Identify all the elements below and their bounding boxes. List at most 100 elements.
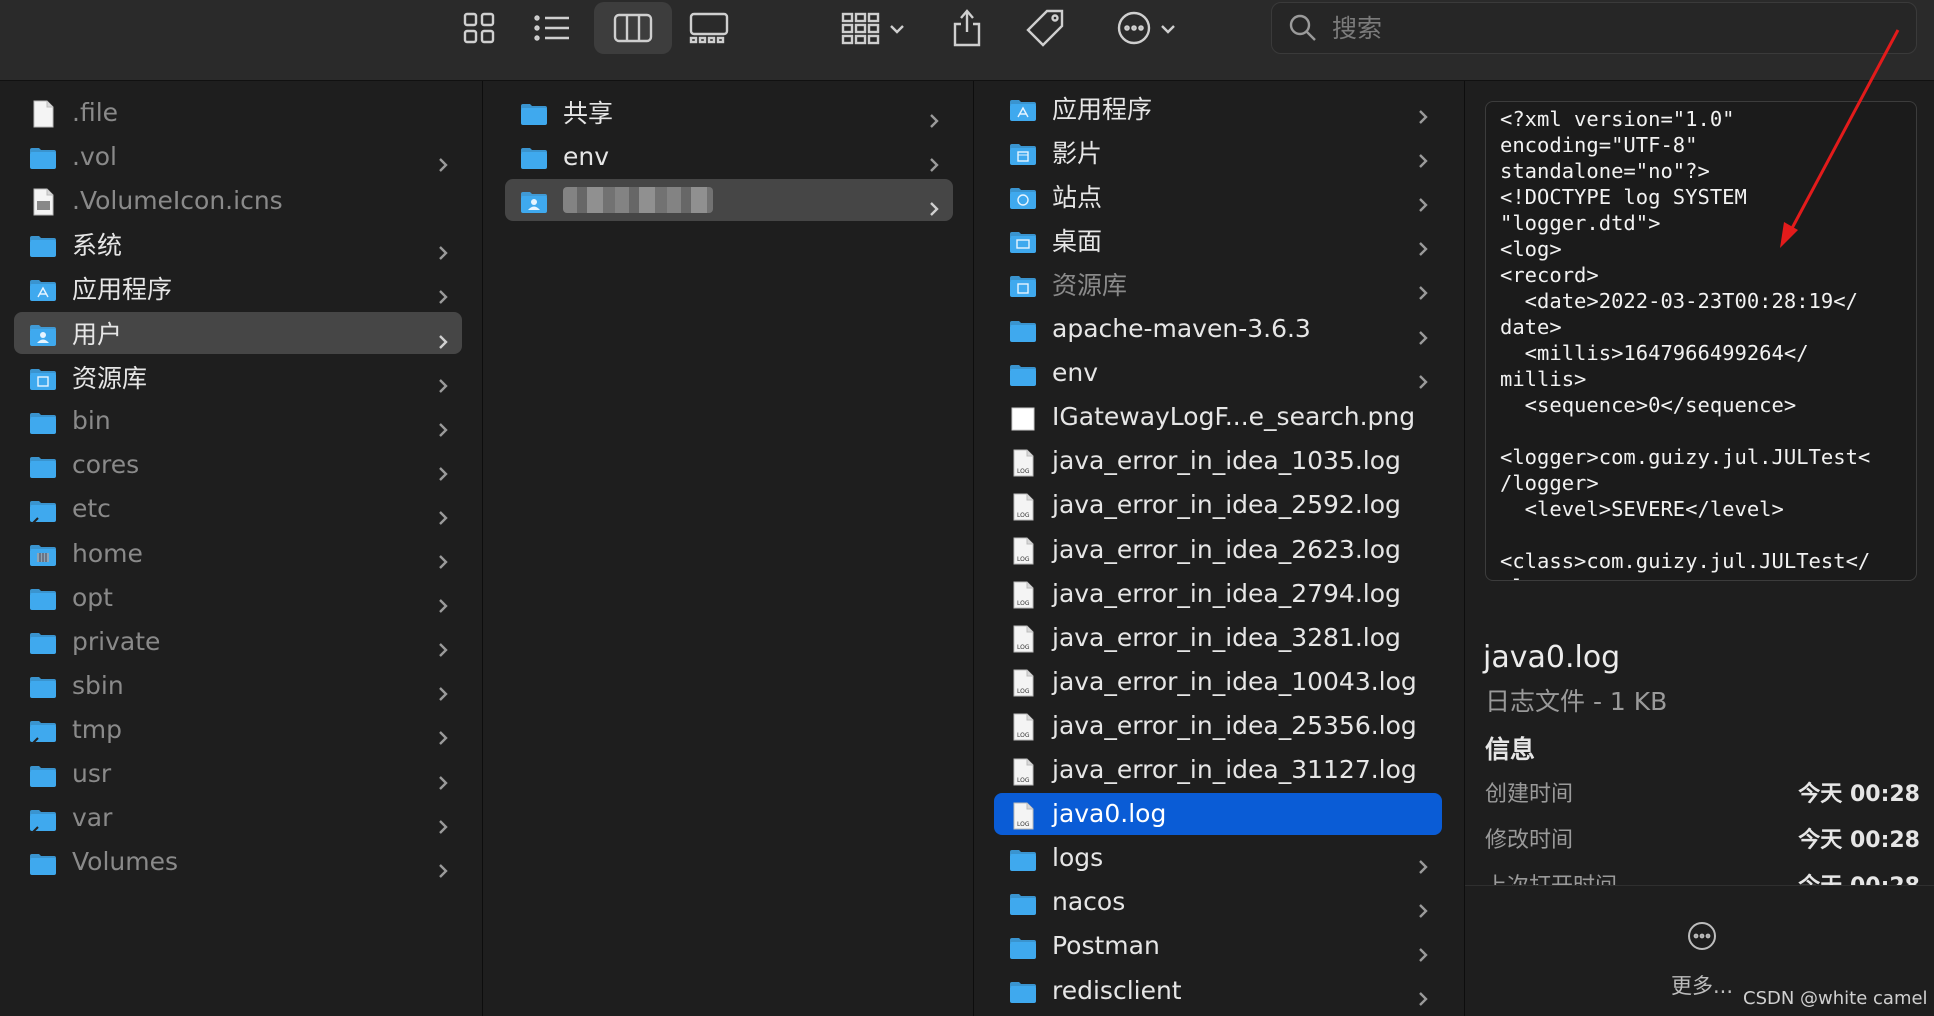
folder-icon [28, 408, 58, 434]
file-item[interactable]: LOG java_error_in_idea_31127.log [994, 749, 1442, 791]
file-item[interactable]: LOG java_error_in_idea_2794.log [994, 572, 1442, 614]
list-view-button[interactable] [525, 2, 579, 54]
chevron-down-icon [889, 19, 905, 38]
chevron-right-icon [438, 546, 448, 569]
log-file-icon: LOG [1008, 624, 1038, 653]
item-label: 站点 [1052, 183, 1103, 213]
folder-icon [519, 143, 549, 170]
item-label: Volumes [72, 847, 179, 877]
folder-item[interactable]: sbin [14, 664, 462, 706]
file-item[interactable]: LOG java_error_in_idea_10043.log [994, 660, 1442, 702]
info-row: 修改时间 今天 00:28 [1485, 822, 1920, 856]
file-item[interactable]: LOG java0.log [994, 792, 1442, 835]
folder-item[interactable]: 共享 [505, 91, 953, 133]
chevron-right-icon [1418, 895, 1428, 918]
column-view-button[interactable] [594, 2, 672, 54]
item-label: etc [72, 494, 111, 524]
share-button[interactable] [940, 2, 994, 54]
folder-item[interactable]: 资源库 [14, 356, 462, 398]
item-label: tmp [72, 714, 123, 744]
folder-icon [28, 761, 58, 787]
folder-item[interactable] [505, 179, 953, 222]
folder-item[interactable]: env [505, 135, 953, 177]
folder-item[interactable]: logs [994, 837, 1442, 879]
file-content-preview[interactable]: <?xml version="1.0" encoding="UTF-8" sta… [1485, 101, 1917, 581]
gallery-icon [689, 12, 729, 44]
file-item[interactable]: .VolumeIcon.icns [14, 179, 462, 221]
folder-item[interactable]: redisclient [994, 969, 1442, 1011]
folder-item[interactable]: 应用程序 [14, 267, 462, 309]
tag-button[interactable] [1018, 2, 1072, 54]
item-label: java_error_in_idea_3281.log [1052, 622, 1401, 652]
info-row: 上次打开时间 今天 00:28 [1485, 868, 1920, 886]
movies-folder-icon [1008, 139, 1038, 166]
file-item[interactable]: LOG java_error_in_idea_2623.log [994, 528, 1442, 570]
item-label: .vol [72, 141, 117, 171]
folder-item[interactable]: 桌面 [994, 219, 1442, 261]
svg-text:LOG: LOG [1017, 600, 1030, 607]
folder-item[interactable]: 应用程序 [994, 87, 1442, 129]
folder-item[interactable]: tmp [14, 708, 462, 750]
chevron-right-icon [438, 414, 448, 437]
folder-item[interactable]: usr [14, 753, 462, 795]
item-label: .file [72, 97, 119, 127]
more-label[interactable]: 更多... [1671, 970, 1733, 1000]
folder-item[interactable]: .vol [14, 135, 462, 177]
folder-item[interactable]: apache-maven-3.6.3 [994, 308, 1442, 350]
network-folder-icon [28, 540, 58, 566]
chevron-right-icon [1418, 145, 1428, 168]
group-button[interactable] [834, 2, 912, 54]
file-item[interactable]: IGatewayLogF...e_search.png [994, 396, 1442, 438]
folder-icon [28, 672, 58, 699]
icon-view-button[interactable] [452, 2, 506, 54]
search-input[interactable] [1330, 12, 1894, 44]
folder-item[interactable]: home [14, 532, 462, 574]
chevron-right-icon [1418, 101, 1428, 124]
gallery-view-button[interactable] [682, 2, 736, 54]
folder-item[interactable]: 系统 [14, 223, 462, 265]
item-label: java_error_in_idea_25356.log [1052, 710, 1417, 740]
folder-item[interactable]: var [14, 797, 462, 839]
folder-item[interactable]: opt [14, 576, 462, 618]
grid-icon [463, 12, 495, 44]
file-item[interactable]: LOG java_error_in_idea_3281.log [994, 616, 1442, 658]
folder-item[interactable]: 用户 [14, 311, 462, 354]
folder-item[interactable]: bin [14, 400, 462, 442]
svg-text:LOG: LOG [1017, 512, 1030, 519]
file-item[interactable]: LOG java_error_in_idea_1035.log [994, 440, 1442, 482]
folder-item[interactable]: 影片 [994, 131, 1442, 173]
folder-item[interactable]: env [994, 352, 1442, 394]
alias-folder-icon [28, 805, 58, 834]
folder-item[interactable]: Postman [994, 925, 1442, 967]
log-file-icon: LOG [1008, 757, 1038, 785]
chevron-right-icon [438, 326, 448, 349]
folder-item[interactable]: etc [14, 488, 462, 530]
chevron-right-icon [1418, 189, 1428, 213]
folder-item[interactable]: nacos [994, 881, 1442, 923]
file-item[interactable]: LOG java_error_in_idea_25356.log [994, 704, 1442, 746]
column-home: 应用程序 影片 站点 桌面 资源库 apache-maven-3.6.3 env… [974, 81, 1465, 1016]
file-item[interactable]: LOG java_error_in_idea_2592.log [994, 484, 1442, 526]
search-field[interactable] [1271, 2, 1917, 54]
info-value: 今天 00:28 [1798, 828, 1920, 853]
action-button[interactable] [1106, 2, 1186, 54]
folder-item[interactable]: private [14, 620, 462, 662]
chevron-right-icon [1418, 322, 1428, 345]
sites-folder-icon [1008, 183, 1038, 210]
more-button[interactable] [1686, 920, 1718, 952]
share-icon [953, 9, 981, 47]
folder-item[interactable]: 资源库 [994, 263, 1442, 305]
folder-item[interactable]: 站点 [994, 175, 1442, 217]
info-key: 上次打开时间 [1485, 868, 1617, 886]
file-item[interactable]: .file [14, 91, 462, 133]
folder-item[interactable]: cores [14, 444, 462, 486]
alias-folder-icon [28, 716, 58, 746]
chevron-right-icon [438, 237, 448, 261]
folder-item[interactable]: Volumes [14, 841, 462, 883]
item-label: bin [72, 406, 111, 436]
ellipsis-circle-icon [1688, 922, 1716, 950]
library-folder-icon [1008, 271, 1038, 298]
svg-text:LOG: LOG [1017, 732, 1030, 739]
folder-icon [28, 584, 58, 611]
users-folder-icon [28, 320, 58, 346]
